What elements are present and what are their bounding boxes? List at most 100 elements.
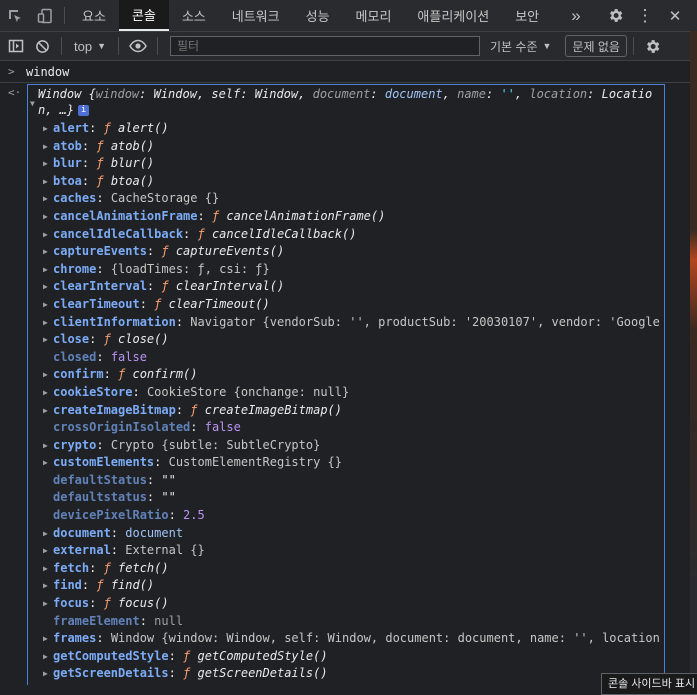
property-value: Navigator {vendorSub: '', productSub: '2… <box>190 314 660 329</box>
triangle-right-icon[interactable]: ▶ <box>43 190 48 208</box>
inspect-element-icon[interactable] <box>0 0 30 31</box>
property-row[interactable]: ▶ btoa: ƒ btoa() <box>28 173 664 191</box>
triangle-right-icon[interactable]: ▶ <box>43 296 48 314</box>
property-row[interactable]: ▶ alert: ƒ alert() <box>28 120 664 138</box>
property-key: customElements <box>53 455 155 470</box>
log-levels-dropdown[interactable]: 기본 수준 ▼ <box>490 38 551 55</box>
triangle-right-icon[interactable]: ▶ <box>43 595 48 613</box>
property-row[interactable]: ▶ caches: CacheStorage {} <box>28 190 664 208</box>
property-value: CustomElementRegistry {} <box>168 455 342 470</box>
tab-1[interactable]: 콘솔 <box>118 0 169 31</box>
property-row: crossOriginIsolated: false <box>53 420 241 435</box>
property-key: document <box>53 525 111 540</box>
triangle-right-icon[interactable]: ▶ <box>43 630 48 648</box>
triangle-right-icon[interactable]: ▶ <box>43 120 48 138</box>
property-key: fetch <box>53 560 90 575</box>
property-row[interactable]: ▶ close: ƒ close() <box>28 331 664 349</box>
property-row[interactable]: ▶ atob: ƒ atob() <box>28 138 664 156</box>
object-preview[interactable]: ▼ Window {window: Window, self: Window, … <box>30 86 660 118</box>
triangle-right-icon[interactable]: ▶ <box>43 437 48 455</box>
tooltip: 콘솔 사이드바 표시 <box>601 673 697 695</box>
tab-4[interactable]: 성능 <box>293 0 343 31</box>
tab-7[interactable]: 보안 <box>502 0 552 31</box>
triangle-right-icon[interactable]: ▶ <box>43 208 48 226</box>
settings-button[interactable] <box>600 0 630 31</box>
triangle-right-icon[interactable]: ▶ <box>43 314 48 332</box>
property-row[interactable]: ▶ cookieStore: CookieStore {onchange: nul… <box>28 384 664 402</box>
property-row[interactable]: ▶ captureEvents: ƒ captureEvents() <box>28 243 664 261</box>
triangle-right-icon[interactable]: ▶ <box>43 525 48 543</box>
property-row[interactable]: ▶ document: document <box>28 525 664 543</box>
devtools-tabbar: 요소 콘솔 소스 네트워크 성능 메모리 애플리케이션 보안 » ⋮ ✕ <box>0 0 690 32</box>
property-row[interactable]: ▶ clearTimeout: ƒ clearTimeout() <box>28 296 664 314</box>
triangle-right-icon[interactable]: ▶ <box>43 331 48 349</box>
property-row[interactable]: ▶ customElements: CustomElementRegistry {… <box>28 454 664 472</box>
property-row[interactable]: ▶ find: ƒ find() <box>28 577 664 595</box>
tab-5[interactable]: 메모리 <box>343 0 405 31</box>
triangle-right-icon[interactable]: ▶ <box>43 278 48 296</box>
triangle-right-icon[interactable]: ▶ <box>43 261 48 279</box>
triangle-right-icon[interactable]: ▶ <box>43 243 48 261</box>
chevron-down-icon: ▼ <box>97 41 106 51</box>
triangle-right-icon[interactable]: ▶ <box>43 454 48 472</box>
triangle-right-icon[interactable]: ▶ <box>43 138 48 156</box>
property-row[interactable]: ▶ cancelIdleCallback: ƒ cancelIdleCallbac… <box>28 226 664 244</box>
object-result[interactable]: ▼ Window {window: Window, self: Window, … <box>27 84 665 685</box>
property-row[interactable]: ▶ fetch: ƒ fetch() <box>28 560 664 578</box>
triangle-right-icon[interactable]: ▶ <box>43 648 48 666</box>
property-row[interactable]: ▶ getComputedStyle: ƒ getComputedStyle() <box>28 648 664 666</box>
property-key: alert <box>53 121 90 135</box>
property-row[interactable]: ▶ confirm: ƒ confirm() <box>28 366 664 384</box>
triangle-right-icon[interactable]: ▶ <box>43 665 48 683</box>
property-value: Crypto {subtle: SubtleCrypto} <box>110 437 321 452</box>
info-icon[interactable]: i <box>78 105 90 116</box>
show-sidebar-button[interactable] <box>3 32 29 60</box>
filter-input[interactable] <box>170 36 480 56</box>
property-row[interactable]: ▶ external: External {} <box>28 542 664 560</box>
property-row[interactable]: ▶ createImageBitmap: ƒ createImageBitmap(… <box>28 402 664 420</box>
triangle-right-icon[interactable]: ▶ <box>43 560 48 578</box>
console-settings-button[interactable] <box>640 32 666 60</box>
property-value: "" <box>161 472 176 487</box>
clear-console-button[interactable] <box>29 32 55 60</box>
property-value: close() <box>118 332 169 347</box>
triangle-right-icon[interactable]: ▶ <box>43 542 48 560</box>
customize-menu-button[interactable]: ⋮ <box>630 0 660 31</box>
context-label: top <box>74 38 93 54</box>
triangle-right-icon[interactable]: ▶ <box>43 577 48 595</box>
more-tabs-button[interactable]: » <box>561 0 591 31</box>
close-devtools-button[interactable]: ✕ <box>660 0 690 31</box>
property-key: crypto <box>53 437 97 452</box>
device-toolbar-icon[interactable] <box>30 0 60 31</box>
property-value: false <box>204 420 241 435</box>
property-value: clearTimeout() <box>168 296 270 311</box>
property-row[interactable]: ▶ clearInterval: ƒ clearInterval() <box>28 278 664 296</box>
property-value: clearInterval() <box>175 279 285 294</box>
eye-icon <box>129 39 147 53</box>
tab-2[interactable]: 소스 <box>169 0 219 31</box>
property-row[interactable]: ▶ clientInformation: Navigator {vendorSub… <box>28 314 664 332</box>
issues-button[interactable]: 문제 없음 <box>565 35 627 57</box>
triangle-right-icon[interactable]: ▶ <box>43 384 48 402</box>
tab-0[interactable]: 요소 <box>69 0 119 31</box>
property-list: ▶ alert: ƒ alert() ▶ atob: ƒ atob() ▶ blur: ƒ… <box>28 120 664 683</box>
property-row[interactable]: ▶ chrome: {loadTimes: ƒ, csi: ƒ} <box>28 261 664 279</box>
property-row[interactable]: ▶ focus: ƒ focus() <box>28 595 664 613</box>
property-key: captureEvents <box>53 244 147 259</box>
property-value: Window {window: Window, self: Window, do… <box>110 631 660 646</box>
tab-6[interactable]: 애플리케이션 <box>404 0 502 31</box>
tab-3[interactable]: 네트워크 <box>219 0 293 31</box>
property-row[interactable]: ▶ cancelAnimationFrame: ƒ cancelAnimation… <box>28 208 664 226</box>
triangle-right-icon[interactable]: ▶ <box>43 402 48 420</box>
context-selector[interactable]: top ▼ <box>68 39 112 54</box>
property-row[interactable]: ▶ blur: ƒ blur() <box>28 155 664 173</box>
triangle-right-icon[interactable]: ▶ <box>43 173 48 191</box>
property-row[interactable]: ▶ crypto: Crypto {subtle: SubtleCrypto} <box>28 437 664 455</box>
live-expression-button[interactable] <box>125 32 151 60</box>
property-value: find() <box>110 578 155 593</box>
property-row[interactable]: ▶ getScreenDetails: ƒ getScreenDetails() <box>28 665 664 683</box>
triangle-right-icon[interactable]: ▶ <box>43 366 48 384</box>
triangle-right-icon[interactable]: ▶ <box>43 226 48 244</box>
triangle-right-icon[interactable]: ▶ <box>43 155 48 173</box>
property-row[interactable]: ▶ frames: Window {window: Window, self: W… <box>28 630 664 648</box>
